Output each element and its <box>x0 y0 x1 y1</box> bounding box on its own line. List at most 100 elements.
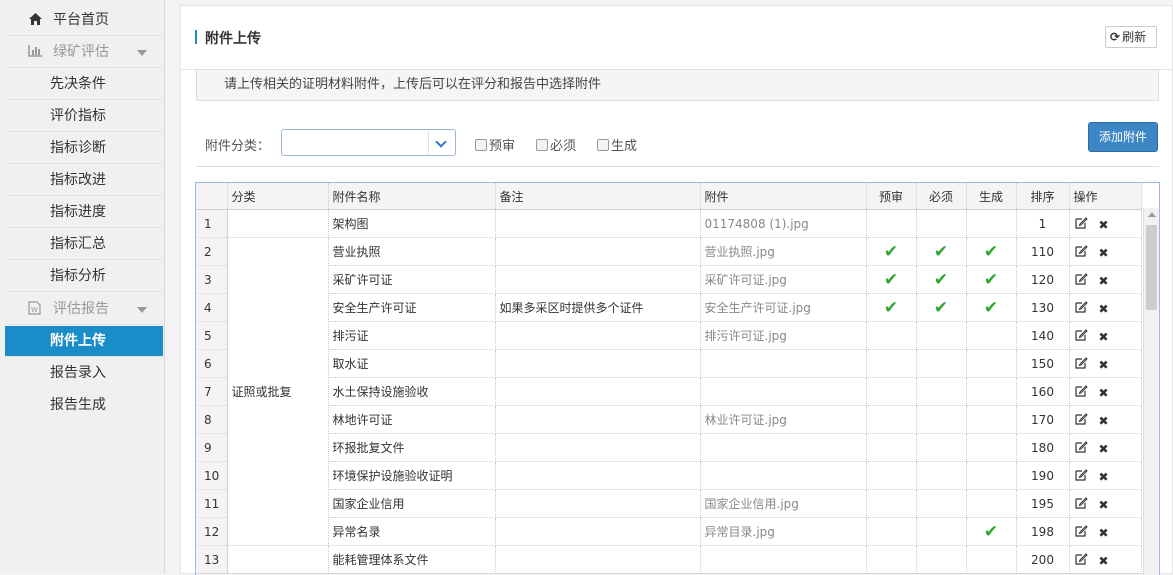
pre-flag-cell[interactable] <box>866 517 917 546</box>
delete-icon[interactable]: ✖ <box>1096 218 1112 232</box>
req-flag-cell[interactable] <box>916 377 967 406</box>
edit-icon[interactable] <box>1074 524 1090 540</box>
table-row[interactable]: 5 排污证 排污许可证.jpg 140 ✖ <box>196 321 1142 350</box>
req-flag-cell[interactable] <box>916 405 967 434</box>
order-cell[interactable]: 150 <box>1016 349 1070 378</box>
checkbox-box[interactable] <box>475 139 487 151</box>
category-cell[interactable] <box>227 209 329 238</box>
edit-icon[interactable] <box>1074 356 1090 372</box>
gen-flag-cell[interactable]: ✔ <box>966 265 1017 294</box>
checkbox-prereview[interactable]: 预审 <box>475 135 515 154</box>
attachment-name-cell[interactable]: 排污证 <box>328 321 496 350</box>
column-header[interactable]: 分类 <box>227 183 329 210</box>
table-row[interactable]: 8 林地许可证 林业许可证.jpg 170 ✖ <box>196 405 1142 434</box>
sidebar-item-report-generate[interactable]: 报告生成 <box>5 390 163 421</box>
sidebar-item-index-improve[interactable]: 指标改进 <box>5 165 163 196</box>
file-cell[interactable] <box>700 433 867 462</box>
sidebar-item-home[interactable]: 平台首页 <box>5 5 163 36</box>
note-cell[interactable]: 如果多采区时提供多个证件 <box>495 293 701 322</box>
table-row[interactable]: 1 架构图 01174808 (1).jpg 1 ✖ <box>196 209 1142 238</box>
order-cell[interactable]: 170 <box>1016 405 1070 434</box>
delete-icon[interactable]: ✖ <box>1096 274 1112 288</box>
req-flag-cell[interactable] <box>916 209 967 238</box>
column-header[interactable]: 备注 <box>495 183 701 210</box>
order-cell[interactable]: 195 <box>1016 489 1070 518</box>
delete-icon[interactable]: ✖ <box>1096 526 1112 540</box>
pre-flag-cell[interactable] <box>866 433 917 462</box>
table-row[interactable]: 2 证照或批复 营业执照 营业执照.jpg ✔ ✔ ✔ 110 ✖ <box>196 237 1142 546</box>
attachment-name-cell[interactable]: 营业执照 <box>328 237 496 266</box>
order-cell[interactable]: 140 <box>1016 321 1070 350</box>
gen-flag-cell[interactable] <box>966 209 1017 238</box>
file-cell[interactable] <box>700 545 867 574</box>
delete-icon[interactable]: ✖ <box>1096 554 1112 568</box>
category-select[interactable] <box>281 129 456 156</box>
edit-icon[interactable] <box>1074 496 1090 512</box>
req-flag-cell[interactable] <box>916 461 967 490</box>
req-flag-cell[interactable] <box>916 349 967 378</box>
pre-flag-cell[interactable] <box>866 209 917 238</box>
column-header[interactable]: 排序 <box>1016 183 1070 210</box>
checkbox-box[interactable] <box>597 139 609 151</box>
refresh-button[interactable]: ⟳ 刷新 <box>1105 26 1157 48</box>
table-row[interactable]: 12 异常名录 异常目录.jpg ✔ 198 ✖ <box>196 517 1142 546</box>
pre-flag-cell[interactable]: ✔ <box>866 237 917 266</box>
file-cell[interactable]: 采矿许可证.jpg <box>700 265 867 294</box>
sidebar-item-index-diagnosis[interactable]: 指标诊断 <box>5 133 163 164</box>
note-cell[interactable] <box>495 209 701 238</box>
delete-icon[interactable]: ✖ <box>1096 414 1112 428</box>
order-cell[interactable]: 200 <box>1016 545 1070 574</box>
file-cell[interactable]: 01174808 (1).jpg <box>700 209 867 238</box>
category-cell[interactable] <box>227 545 329 574</box>
order-cell[interactable]: 160 <box>1016 377 1070 406</box>
attachment-name-cell[interactable]: 环报批复文件 <box>328 433 496 462</box>
checkbox-generate[interactable]: 生成 <box>597 135 637 154</box>
note-cell[interactable] <box>495 405 701 434</box>
delete-icon[interactable]: ✖ <box>1096 358 1112 372</box>
table-row[interactable]: 6 取水证 150 ✖ <box>196 349 1142 378</box>
column-header[interactable]: 生成 <box>966 183 1017 210</box>
edit-icon[interactable] <box>1074 412 1090 428</box>
sidebar-group-eval[interactable]: 绿矿评估 <box>5 37 163 68</box>
gen-flag-cell[interactable]: ✔ <box>966 237 1017 266</box>
table-row[interactable]: 4 安全生产许可证 如果多采区时提供多个证件 安全生产许可证.jpg ✔ ✔ ✔ 130 ✖ <box>196 293 1142 322</box>
table-row[interactable]: 7 水土保持设施验收 160 ✖ <box>196 377 1142 406</box>
delete-icon[interactable]: ✖ <box>1096 386 1112 400</box>
checkbox-box[interactable] <box>536 139 548 151</box>
checkbox-required[interactable]: 必须 <box>536 135 576 154</box>
table-row[interactable]: 11 国家企业信用 国家企业信用.jpg 195 ✖ <box>196 489 1142 518</box>
pre-flag-cell[interactable]: ✔ <box>866 265 917 294</box>
note-cell[interactable] <box>495 377 701 406</box>
req-flag-cell[interactable]: ✔ <box>916 293 967 322</box>
pre-flag-cell[interactable] <box>866 405 917 434</box>
edit-icon[interactable] <box>1074 244 1090 260</box>
gen-flag-cell[interactable]: ✔ <box>966 517 1017 546</box>
pre-flag-cell[interactable]: ✔ <box>866 293 917 322</box>
delete-icon[interactable]: ✖ <box>1096 246 1112 260</box>
gen-flag-cell[interactable] <box>966 433 1017 462</box>
table-row[interactable]: 9 环报批复文件 180 ✖ <box>196 433 1142 462</box>
attachment-name-cell[interactable]: 安全生产许可证 <box>328 293 496 322</box>
note-cell[interactable] <box>495 517 701 546</box>
delete-icon[interactable]: ✖ <box>1096 470 1112 484</box>
category-cell[interactable]: 证照或批复 <box>227 237 329 546</box>
scroll-up-icon[interactable] <box>1148 212 1156 217</box>
chevron-down-icon[interactable] <box>428 130 455 155</box>
file-cell[interactable]: 排污许可证.jpg <box>700 321 867 350</box>
order-cell[interactable]: 110 <box>1016 237 1070 266</box>
add-attachment-button[interactable]: 添加附件 <box>1088 122 1158 152</box>
edit-icon[interactable] <box>1074 216 1090 232</box>
gen-flag-cell[interactable] <box>966 321 1017 350</box>
note-cell[interactable] <box>495 321 701 350</box>
req-flag-cell[interactable]: ✔ <box>916 237 967 266</box>
sidebar-item-attachment-upload[interactable]: 附件上传 <box>5 326 163 357</box>
gen-flag-cell[interactable] <box>966 349 1017 378</box>
delete-icon[interactable]: ✖ <box>1096 330 1112 344</box>
file-cell[interactable] <box>700 461 867 490</box>
delete-icon[interactable]: ✖ <box>1096 498 1112 512</box>
file-cell[interactable]: 国家企业信用.jpg <box>700 489 867 518</box>
edit-icon[interactable] <box>1074 300 1090 316</box>
edit-icon[interactable] <box>1074 440 1090 456</box>
attachment-name-cell[interactable]: 采矿许可证 <box>328 265 496 294</box>
sidebar-item-index-summary[interactable]: 指标汇总 <box>5 229 163 260</box>
